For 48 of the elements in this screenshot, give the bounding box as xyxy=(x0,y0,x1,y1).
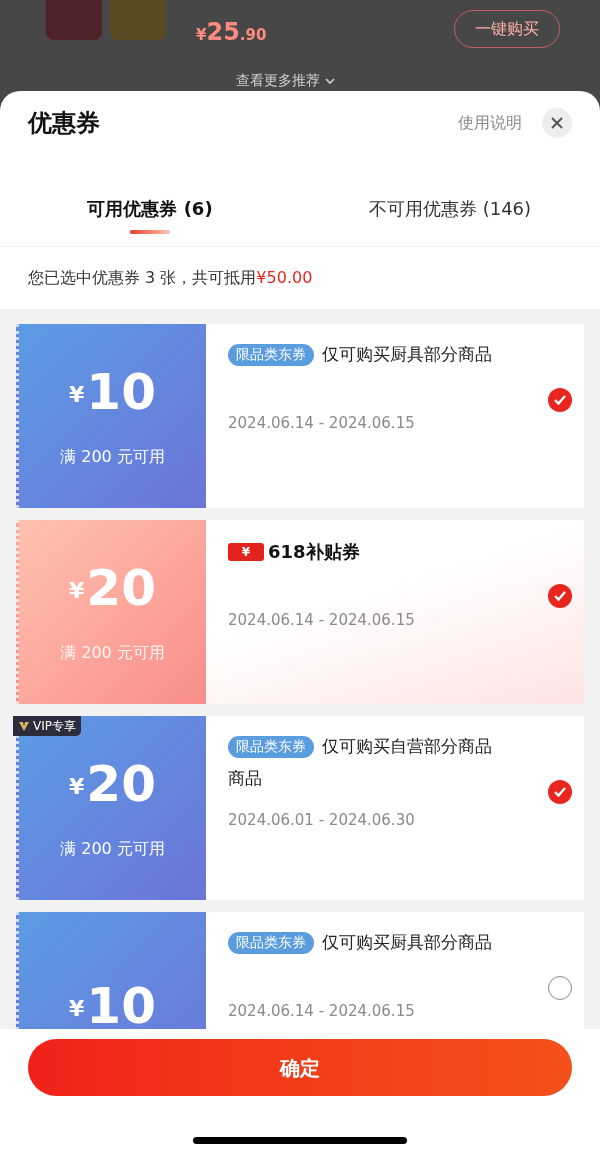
validity-date: 2024.06.14 - 2024.06.15 xyxy=(228,610,416,631)
product-price: ¥25.90 xyxy=(196,17,267,48)
vip-badge: VIP专享 xyxy=(13,716,81,736)
checkbox[interactable] xyxy=(548,976,572,1000)
coupon-amount: 20 xyxy=(86,563,156,613)
coupon-description: 仅可购买厨具部分商品 xyxy=(322,931,492,954)
coupon-tag: 限品类东券 xyxy=(228,343,314,366)
checkbox[interactable] xyxy=(548,584,572,608)
check-icon xyxy=(553,590,567,602)
coupon-amount: 10 xyxy=(86,981,156,1029)
ticket-icon: ¥ xyxy=(228,542,264,561)
coupon-card[interactable]: ¥10 限品类东券 仅可购买厨具部分商品 2024.06.14 - 2024.06.15 xyxy=(16,912,584,1029)
coupon-card[interactable]: VIP专享 ¥20 满 200 元可用 限品类东券 仅可购买自营部分商品 商品 2024.06.01 - 2024.06.30 xyxy=(16,716,584,900)
tab[interactable]: 可用优惠券 (6) xyxy=(0,195,300,234)
tab[interactable]: 不可用优惠券 (146) xyxy=(300,195,600,234)
currency-symbol: ¥ xyxy=(69,381,85,409)
selection-summary: 您已选中优惠券 3 张，共可抵用¥50.00 xyxy=(28,267,313,289)
validity-date: 2024.06.14 - 2024.06.15 xyxy=(228,1000,416,1022)
promo-label: 618补贴券 xyxy=(268,540,360,564)
check-icon xyxy=(553,786,567,798)
coupon-condition: 满 200 元可用 xyxy=(60,642,165,664)
currency-symbol: ¥ xyxy=(69,995,85,1023)
coupon-description: 仅可购买自营部分商品 xyxy=(322,735,492,758)
chevron-down-icon xyxy=(324,76,336,85)
checkbox[interactable] xyxy=(548,780,572,804)
coupon-description: 仅可购买厨具部分商品 xyxy=(322,343,492,366)
coupon-tag: 限品类东券 xyxy=(228,735,314,758)
help-link[interactable]: 使用说明 xyxy=(458,111,522,135)
confirm-button[interactable]: 确定 xyxy=(28,1039,572,1096)
coupon-tag: 限品类东券 xyxy=(228,931,314,954)
checkbox[interactable] xyxy=(548,388,572,412)
coupon-amount: 20 xyxy=(86,759,156,809)
validity-date: 2024.06.01 - 2024.06.30 xyxy=(228,810,416,831)
currency-symbol: ¥ xyxy=(69,577,85,605)
close-button[interactable] xyxy=(542,108,572,138)
validity-date: 2024.06.14 - 2024.06.15 xyxy=(228,412,416,434)
coupon-description: 商品 xyxy=(228,766,263,790)
coupon-condition: 满 200 元可用 xyxy=(60,446,165,468)
more-link[interactable]: 查看更多推荐 xyxy=(236,70,320,91)
coupon-condition: 满 200 元可用 xyxy=(60,838,165,860)
coupon-card[interactable]: ¥10 满 200 元可用 限品类东券 仅可购买厨具部分商品 2024.06.14 - 2024.06.15 xyxy=(16,324,584,508)
coupon-amount: 10 xyxy=(86,367,156,417)
close-icon xyxy=(550,116,564,130)
currency-symbol: ¥ xyxy=(69,773,85,801)
coupon-card[interactable]: ¥20 满 200 元可用 ¥ 618补贴券 2024.06.14 - 2024.06.15 xyxy=(16,520,584,704)
v-logo-icon xyxy=(18,720,30,732)
check-icon xyxy=(553,394,567,406)
sheet-title: 优惠券 xyxy=(28,108,100,139)
